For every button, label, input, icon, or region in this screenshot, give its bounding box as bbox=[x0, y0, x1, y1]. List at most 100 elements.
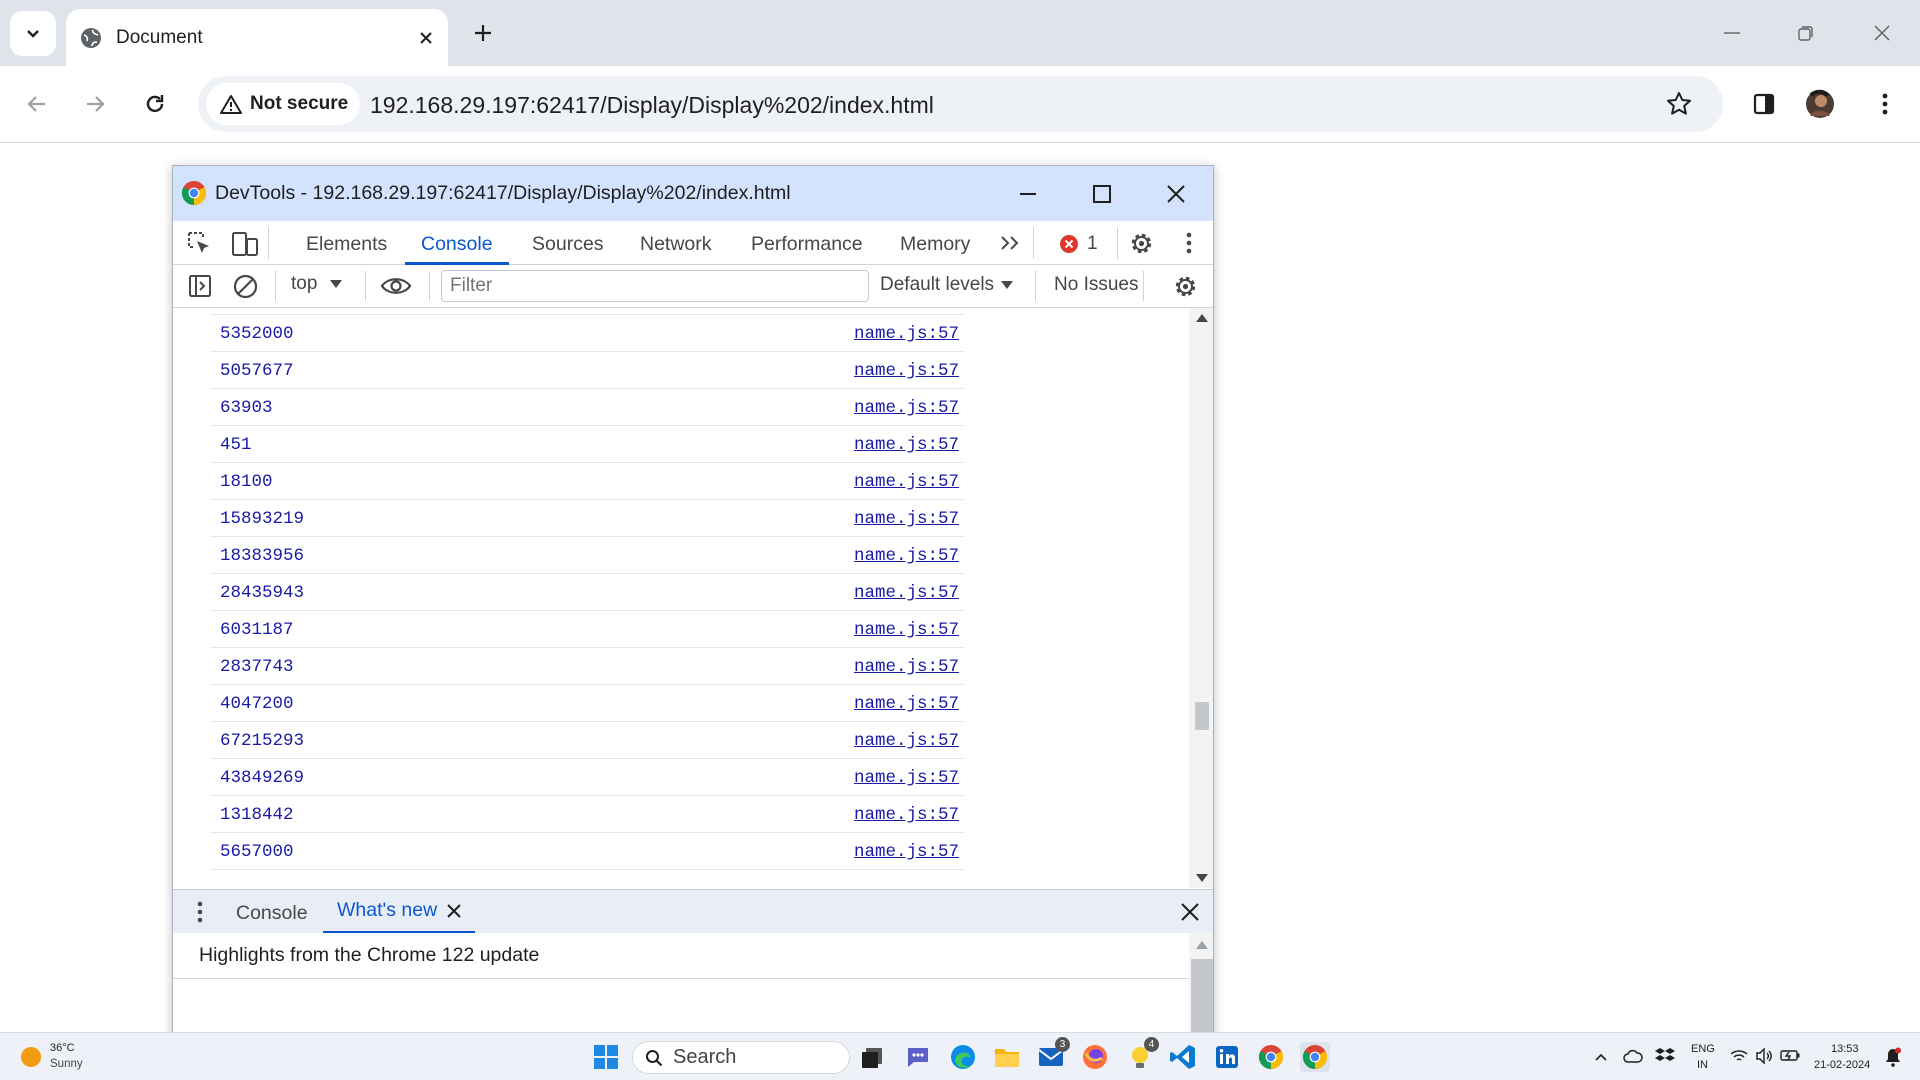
clear-console-icon[interactable] bbox=[233, 274, 258, 299]
settings-gear-icon[interactable] bbox=[1128, 230, 1155, 257]
region-indicator[interactable]: IN bbox=[1697, 1059, 1708, 1071]
kebab-menu-icon[interactable] bbox=[1186, 231, 1192, 255]
devtools-close-button[interactable] bbox=[1155, 174, 1197, 214]
tab-console[interactable]: Console bbox=[405, 221, 509, 265]
console-source-link[interactable]: name.js:57 bbox=[854, 694, 959, 714]
console-source-link[interactable]: name.js:57 bbox=[854, 842, 959, 862]
tab-sources[interactable]: Sources bbox=[532, 221, 604, 265]
chrome-button[interactable] bbox=[1256, 1042, 1286, 1072]
console-settings-gear-icon[interactable] bbox=[1172, 273, 1199, 300]
close-tab-icon[interactable] bbox=[418, 30, 434, 46]
teams-chat-button[interactable] bbox=[903, 1042, 933, 1072]
console-row: 28435943 name.js:57 bbox=[210, 574, 964, 611]
linkedin-button[interactable] bbox=[1212, 1042, 1242, 1072]
vscode-button[interactable] bbox=[1168, 1042, 1198, 1072]
security-chip[interactable]: Not secure bbox=[206, 83, 361, 125]
search-icon bbox=[646, 1049, 663, 1066]
clock-time[interactable]: 13:53 bbox=[1831, 1043, 1859, 1055]
language-indicator[interactable]: ENG bbox=[1691, 1043, 1715, 1055]
context-selector[interactable]: top bbox=[291, 273, 343, 295]
firefox-button[interactable] bbox=[1080, 1042, 1110, 1072]
sidebar-toggle-icon[interactable] bbox=[188, 274, 212, 298]
sticky-notes-button[interactable]: 4 bbox=[1125, 1037, 1159, 1072]
sun-weather-icon[interactable] bbox=[19, 1045, 43, 1069]
console-scrollbar[interactable] bbox=[1189, 308, 1213, 888]
close-icon[interactable] bbox=[447, 903, 461, 918]
tab-elements[interactable]: Elements bbox=[306, 221, 387, 265]
side-panel-button[interactable] bbox=[1744, 84, 1784, 124]
drawer-tab-whats-new[interactable]: What's new bbox=[323, 890, 476, 934]
console-source-link[interactable]: name.js:57 bbox=[854, 398, 959, 418]
whats-new-scrollbar[interactable] bbox=[1189, 933, 1213, 1045]
onedrive-cloud-icon[interactable] bbox=[1623, 1049, 1643, 1063]
console-source-link[interactable]: name.js:57 bbox=[854, 620, 959, 640]
devtools-maximize-button[interactable] bbox=[1081, 174, 1123, 214]
console-source-link[interactable]: name.js:57 bbox=[854, 324, 959, 344]
scroll-down-icon[interactable] bbox=[1196, 874, 1208, 882]
tab-network[interactable]: Network bbox=[640, 221, 712, 265]
console-source-link[interactable]: name.js:57 bbox=[854, 472, 959, 492]
devtools-minimize-button[interactable] bbox=[1007, 174, 1049, 214]
error-counter[interactable]: 1 bbox=[1059, 233, 1098, 255]
console-value: 5057677 bbox=[220, 361, 294, 381]
back-button[interactable] bbox=[17, 84, 57, 124]
dropbox-icon[interactable] bbox=[1655, 1047, 1675, 1065]
chrome-active-button[interactable] bbox=[1300, 1042, 1330, 1072]
tab-memory[interactable]: Memory bbox=[900, 221, 970, 265]
url-text[interactable]: 192.168.29.197:62417/Display/Display%202… bbox=[370, 92, 934, 119]
kebab-menu-icon[interactable] bbox=[197, 900, 203, 924]
more-tabs-icon[interactable] bbox=[999, 234, 1021, 252]
toolbar-divider bbox=[268, 227, 269, 259]
eye-icon[interactable] bbox=[380, 276, 412, 296]
log-levels-dropdown[interactable]: Default levels bbox=[880, 274, 1014, 296]
clock-date[interactable]: 21-02-2024 bbox=[1814, 1059, 1870, 1071]
device-toolbar-icon[interactable] bbox=[231, 231, 259, 257]
console-source-link[interactable]: name.js:57 bbox=[854, 583, 959, 603]
start-button[interactable] bbox=[591, 1042, 621, 1072]
new-tab-button[interactable] bbox=[466, 16, 500, 50]
forward-button[interactable] bbox=[75, 84, 115, 124]
console-source-link[interactable]: name.js:57 bbox=[854, 546, 959, 566]
console-source-link[interactable]: name.js:57 bbox=[854, 509, 959, 529]
taskbar-search[interactable]: Search bbox=[632, 1041, 850, 1074]
scroll-up-icon[interactable] bbox=[1196, 941, 1208, 949]
edge-button[interactable] bbox=[948, 1042, 978, 1072]
notification-bell-icon[interactable] bbox=[1884, 1047, 1902, 1067]
file-explorer-button[interactable] bbox=[992, 1042, 1022, 1072]
bookmark-button[interactable] bbox=[1661, 86, 1697, 122]
console-source-link[interactable]: name.js:57 bbox=[854, 731, 959, 751]
chevron-up-icon[interactable] bbox=[1594, 1052, 1608, 1062]
issues-button[interactable]: No Issues bbox=[1054, 274, 1138, 296]
console-source-link[interactable]: name.js:57 bbox=[854, 361, 959, 381]
tab-search-button[interactable] bbox=[10, 11, 56, 56]
mail-button[interactable]: 3 bbox=[1036, 1037, 1070, 1072]
weather-temperature[interactable]: 36°C bbox=[50, 1042, 75, 1054]
tab-title: Document bbox=[116, 26, 203, 48]
reload-button[interactable] bbox=[135, 84, 175, 124]
profile-avatar[interactable] bbox=[1800, 84, 1840, 124]
reload-icon bbox=[146, 95, 164, 113]
scrollbar-thumb[interactable] bbox=[1195, 702, 1209, 730]
console-source-link[interactable]: name.js:57 bbox=[854, 435, 959, 455]
filter-input[interactable] bbox=[441, 270, 869, 302]
minimize-button[interactable] bbox=[1702, 14, 1762, 52]
console-source-link[interactable]: name.js:57 bbox=[854, 768, 959, 788]
console-source-link[interactable]: name.js:57 bbox=[854, 657, 959, 677]
inspect-element-icon[interactable] bbox=[187, 231, 213, 257]
console-source-link[interactable]: name.js:57 bbox=[854, 805, 959, 825]
address-bar[interactable]: Not secure 192.168.29.197:62417/Display/… bbox=[198, 76, 1723, 132]
tab-performance[interactable]: Performance bbox=[751, 221, 863, 265]
battery-icon[interactable] bbox=[1780, 1049, 1800, 1062]
task-view-button[interactable] bbox=[857, 1042, 887, 1072]
browser-tab[interactable]: Document bbox=[66, 9, 448, 66]
volume-icon[interactable] bbox=[1755, 1048, 1773, 1064]
restore-button[interactable] bbox=[1776, 14, 1836, 52]
weather-description[interactable]: Sunny bbox=[50, 1058, 83, 1070]
scroll-up-icon[interactable] bbox=[1196, 314, 1208, 322]
console-value: 4047200 bbox=[220, 694, 294, 714]
close-window-button[interactable] bbox=[1852, 14, 1912, 52]
wifi-icon[interactable] bbox=[1730, 1049, 1748, 1063]
browser-menu-button[interactable] bbox=[1865, 84, 1905, 124]
close-drawer-icon[interactable] bbox=[1181, 903, 1199, 921]
drawer-tab-console[interactable]: Console bbox=[236, 890, 308, 934]
